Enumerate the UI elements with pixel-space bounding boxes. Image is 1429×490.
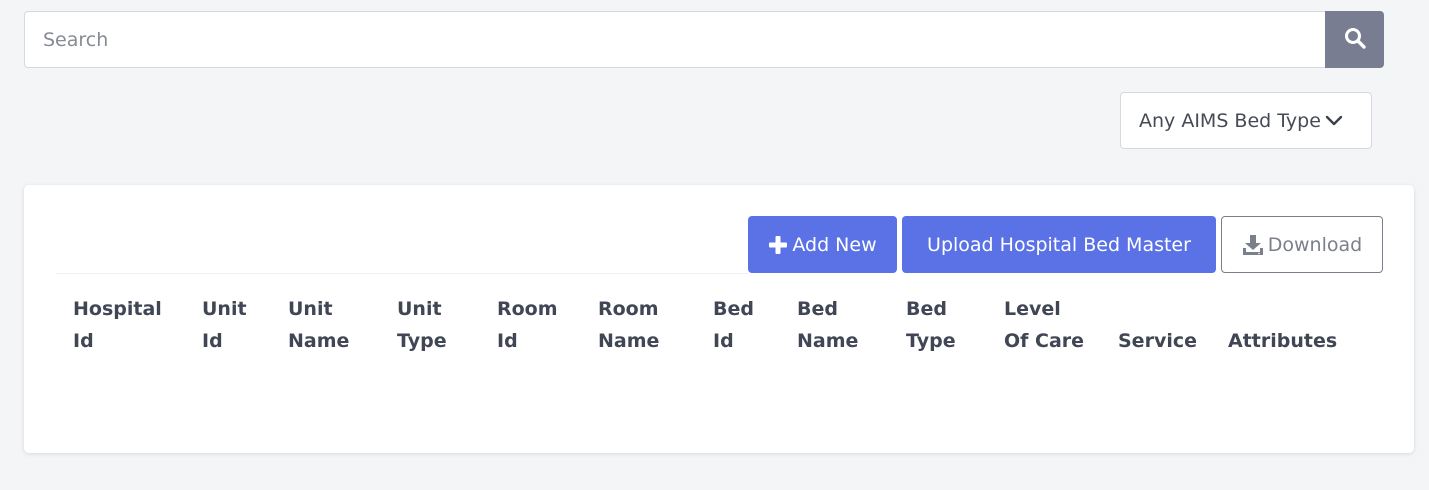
bed-master-card: Add New Upload Hospital Bed Master Downl… — [24, 185, 1414, 453]
column-header-hospital-id: Hospital Id — [73, 298, 162, 352]
column-header-bed-id: Bed Id — [713, 298, 754, 352]
upload-hospital-bed-master-button[interactable]: Upload Hospital Bed Master — [902, 216, 1216, 273]
column-header-bed-type: Bed Type — [906, 298, 956, 352]
add-new-button[interactable]: Add New — [748, 216, 897, 273]
upload-label: Upload Hospital Bed Master — [927, 233, 1191, 256]
column-header-bed-name: Bed Name — [797, 298, 859, 352]
add-new-label: Add New — [792, 233, 877, 256]
search-icon — [1343, 26, 1367, 53]
search-button[interactable] — [1325, 11, 1384, 68]
download-label: Download — [1267, 233, 1363, 256]
plus-icon — [768, 235, 788, 255]
column-header-unit-name: Unit Name — [288, 298, 350, 352]
column-header-attributes: Attributes — [1228, 330, 1338, 352]
download-button[interactable]: Download — [1221, 216, 1383, 273]
column-header-level-of-care: Level Of Care — [1004, 298, 1085, 352]
search-input[interactable] — [24, 11, 1325, 68]
download-icon — [1242, 234, 1264, 256]
column-header-unit-type: Unit Type — [397, 298, 447, 352]
aims-bed-type-label: Any AIMS Bed Type — [1139, 109, 1321, 132]
search-bar — [24, 11, 1384, 68]
aims-bed-type-dropdown[interactable]: Any AIMS Bed Type — [1120, 92, 1372, 149]
column-header-room-name: Room Name — [598, 298, 660, 352]
toolbar-divider — [56, 273, 748, 274]
column-header-room-id: Room Id — [497, 298, 558, 352]
chevron-down-icon — [1325, 115, 1343, 127]
column-header-service: Service — [1118, 330, 1197, 352]
column-header-unit-id: Unit Id — [202, 298, 247, 352]
